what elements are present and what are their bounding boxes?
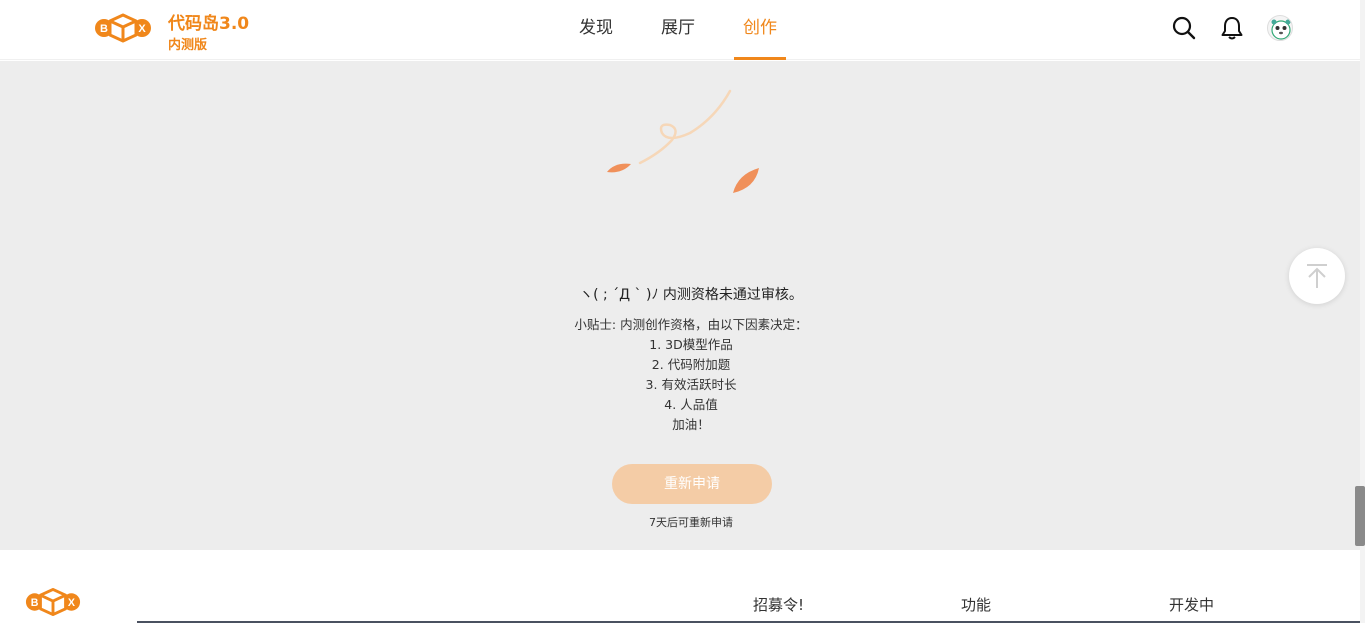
nav-item-discover[interactable]: 发现 bbox=[570, 0, 622, 60]
falling-leaves-illustration bbox=[607, 89, 759, 193]
main-content: ヽ( ; ´Д ` )ﾉ 内测资格未通过审核。 小贴士: 内测创作资格，由以下因… bbox=[0, 61, 1360, 550]
avatar-image bbox=[1271, 19, 1291, 40]
footer: B X 招募令! 功能 开发中 bbox=[0, 550, 1360, 623]
footer-dev-link[interactable]: 开发中 bbox=[1169, 594, 1214, 615]
svg-text:X: X bbox=[138, 23, 146, 35]
main-nav: 发现 展厅 创作 bbox=[570, 0, 816, 60]
tips-heading: 小贴士: 内测创作资格，由以下因素决定： bbox=[574, 317, 808, 332]
logo-icon[interactable]: B X bbox=[93, 12, 153, 44]
nav-item-create[interactable]: 创作 bbox=[734, 0, 786, 60]
nav-item-gallery[interactable]: 展厅 bbox=[652, 0, 704, 60]
tips-block: 小贴士: 内测创作资格，由以下因素决定： 1. 3D模型作品 2. 代码附加题 … bbox=[0, 315, 1365, 435]
brand-title[interactable]: 代码岛3.0 bbox=[168, 9, 249, 34]
avatar[interactable] bbox=[1267, 15, 1293, 41]
svg-text:X: X bbox=[68, 597, 75, 609]
brand-subtitle: 内测版 bbox=[168, 38, 208, 53]
reapply-button[interactable]: 重新申请 bbox=[612, 464, 772, 504]
tip-item: 2. 代码附加题 bbox=[651, 357, 731, 372]
footer-logo-icon[interactable]: B X bbox=[24, 586, 82, 618]
tip-item: 4. 人品值 bbox=[664, 397, 718, 412]
footer-features-link[interactable]: 功能 bbox=[961, 594, 991, 615]
bell-icon[interactable] bbox=[1219, 15, 1245, 41]
cheer-text: 加油！ bbox=[672, 417, 710, 432]
back-to-top-button[interactable] bbox=[1289, 248, 1345, 304]
search-icon[interactable] bbox=[1171, 15, 1197, 41]
tip-item: 1. 3D模型作品 bbox=[649, 337, 733, 352]
scrollbar-thumb[interactable] bbox=[1355, 486, 1365, 546]
tip-item: 3. 有效活跃时长 bbox=[645, 377, 737, 392]
footer-recruit-link[interactable]: 招募令! bbox=[753, 594, 804, 615]
svg-text:B: B bbox=[100, 23, 108, 35]
svg-text:B: B bbox=[31, 597, 39, 609]
reapply-note: 7天后可重新申请 bbox=[649, 516, 733, 529]
rejection-message: ヽ( ; ´Д ` )ﾉ 内测资格未通过审核。 bbox=[579, 287, 803, 303]
top-header: B X 代码岛3.0 内测版 发现 展厅 创作 bbox=[0, 0, 1360, 60]
arrow-up-icon bbox=[1307, 264, 1327, 288]
